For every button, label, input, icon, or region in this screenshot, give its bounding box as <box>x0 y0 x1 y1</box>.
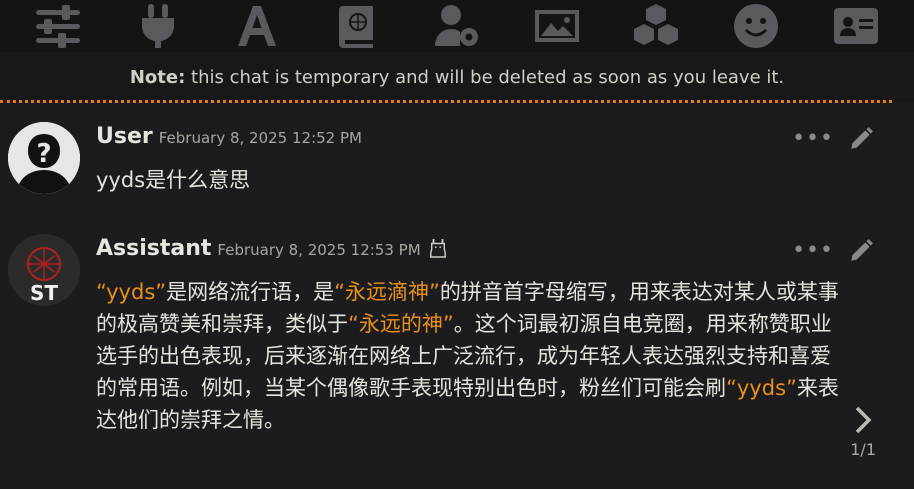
assistant-avatar[interactable]: ST <box>8 234 80 306</box>
sliders-icon[interactable] <box>33 1 83 51</box>
st-logo-icon: ST <box>8 234 80 306</box>
message-timestamp: February 8, 2025 12:52 PM <box>158 129 362 147</box>
message-actions: ••• <box>792 238 874 264</box>
book-atlas-icon[interactable] <box>332 1 382 51</box>
avatar-text: ST <box>30 281 58 305</box>
swipe-counter: 1/1 <box>850 440 876 459</box>
message-text-segment: 是网络流行语，是 <box>166 280 335 304</box>
chevron-right-icon <box>855 406 872 434</box>
user-gear-icon[interactable] <box>432 1 482 51</box>
author-name: Assistant <box>96 236 212 261</box>
llama-model-icon <box>429 238 447 264</box>
message-text: “yyds”是网络流行语，是“永远滴神”的拼音首字母缩写，用来表达对某人或某事的… <box>96 276 841 436</box>
highlighted-quote: “永远滴神” <box>334 280 440 304</box>
highlighted-quote: “yyds” <box>726 376 797 400</box>
highlighted-quote: “yyds” <box>96 280 167 304</box>
image-icon[interactable] <box>532 1 582 51</box>
plug-icon[interactable] <box>133 1 183 51</box>
unknown-user-silhouette-icon: ? <box>8 122 80 194</box>
temporary-chat-note: Note: this chat is temporary and will be… <box>0 52 914 102</box>
more-options-icon[interactable]: ••• <box>792 240 834 262</box>
note-text: this chat is temporary and will be delet… <box>191 67 785 88</box>
font-icon[interactable] <box>232 1 282 51</box>
message-author: Assistant February 8, 2025 12:53 PM <box>96 236 447 264</box>
top-toolbar <box>0 0 914 52</box>
note-label: Note: <box>129 67 186 88</box>
author-name: User <box>96 124 153 149</box>
more-options-icon[interactable]: ••• <box>792 128 834 150</box>
user-avatar[interactable]: ? <box>8 122 80 194</box>
chat-divider <box>0 100 892 103</box>
message-actions: ••• <box>792 126 874 152</box>
message-text: yyds是什么意思 <box>96 168 251 192</box>
swipe-right-arrow[interactable] <box>846 400 880 440</box>
highlighted-quote: “永远的神” <box>348 312 454 336</box>
svg-text:?: ? <box>36 139 51 169</box>
cubes-icon[interactable] <box>631 1 681 51</box>
message-author: User February 8, 2025 12:52 PM <box>96 124 362 149</box>
edit-pencil-icon[interactable] <box>848 126 874 152</box>
edit-pencil-icon[interactable] <box>848 238 874 264</box>
smiley-icon[interactable] <box>731 1 781 51</box>
id-card-icon[interactable] <box>831 1 881 51</box>
message-timestamp: February 8, 2025 12:53 PM <box>217 241 421 259</box>
